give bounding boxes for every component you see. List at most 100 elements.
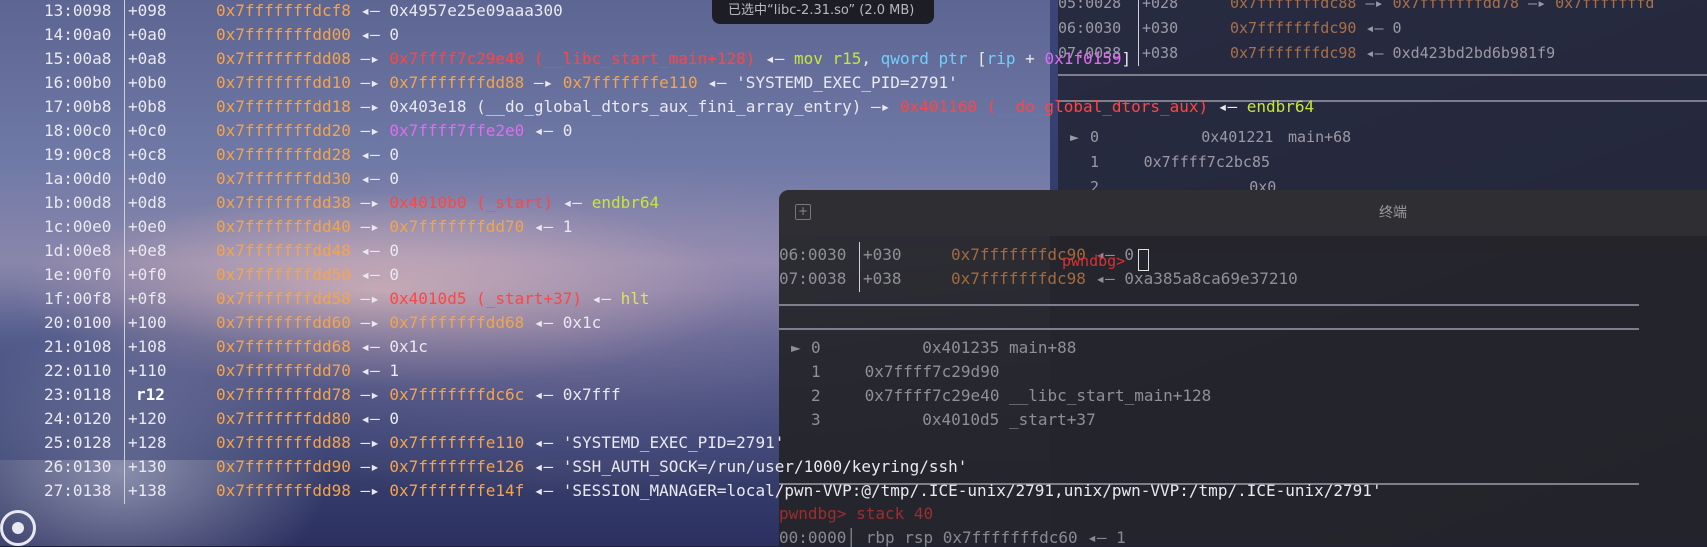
value-segment: ◂— [553, 193, 592, 212]
value-segment: ◂— 'SYSTEMD_EXEC_PID=2791' [697, 73, 958, 92]
stack-value: 0x7fffffffdd58 —▸ 0x4010d5 (_start+37) ◂… [216, 286, 649, 312]
stack-index: 22:0110 [44, 361, 112, 380]
value-segment: —▸ [350, 49, 390, 68]
value-segment: ◂— 0x7fff [524, 385, 621, 404]
value-segment: [ [967, 49, 987, 68]
stack-index: 23:0118 [44, 385, 112, 404]
value-segment: —▸ [1356, 0, 1393, 12]
value-segment: 0x7fffffffdd88 [389, 73, 525, 92]
frame-symbol: __libc_start_main+128 [1009, 386, 1212, 405]
stack-offset: +0d8 [128, 193, 167, 212]
value-segment: ◂— [1208, 97, 1247, 116]
stack-separator [124, 142, 125, 168]
frame-marker: ► [791, 338, 801, 357]
value-segment: 0x4010d5 (_start+37) [389, 289, 583, 308]
stack-separator [1138, 40, 1139, 66]
stack-value: 0x7fffffffdd60 —▸ 0x7fffffffdd68 ◂— 0x1c [216, 310, 601, 336]
value-segment: —▸ [350, 217, 390, 236]
value-segment: ◂— 0 [350, 265, 400, 284]
terminal-title: 终端 [1379, 205, 1407, 221]
stack-separator [859, 266, 860, 292]
stack-offset: +0b0 [128, 73, 167, 92]
frame-index: 0 [811, 338, 821, 357]
value-segment: 0x7fffffffdd88 [216, 433, 351, 452]
stack-separator [124, 94, 125, 120]
value-segment: 0x7fffffffdc98 [951, 269, 1086, 288]
stack-offset: +100 [128, 313, 167, 332]
value-segment: 0x7ffff7ffe2e0 [389, 121, 525, 140]
value-segment: 0x7fffffffdd70 [216, 361, 351, 380]
stack-index: 13:0098 [44, 1, 112, 20]
terminal-cursor[interactable] [1138, 249, 1149, 271]
stack-value: 0x7fffffffdd88 —▸ 0x7fffffffe110 ◂— 'SYS… [216, 430, 784, 456]
terminal-command-ghost: pwndbg> stack 40 [779, 504, 934, 523]
new-tab-icon[interactable]: + [795, 204, 811, 220]
value-segment: 0x7fffffffdd98 [216, 481, 351, 500]
stack-offset: +0c8 [128, 145, 167, 164]
stack-index: 06:0030 [779, 245, 847, 264]
stack-separator [124, 262, 125, 288]
stack-value: 0x7fffffffdd68 ◂— 0x1c [216, 334, 428, 360]
value-segment: ◂— 0 [350, 25, 400, 44]
terminal-divider-1 [779, 304, 1639, 306]
stack-offset: +028 [1142, 0, 1179, 12]
stack-offset: +030 [863, 245, 902, 264]
stack-offset: +030 [1142, 19, 1179, 37]
value-segment: ◂— 'SYSTEMD_EXEC_PID=2791' [524, 433, 785, 452]
terminal-titlebar[interactable]: + 终端 [779, 190, 1707, 236]
value-segment: 0x7fffffffe110 [389, 433, 525, 452]
stack-separator [124, 358, 125, 384]
stack-value: 0x7fffffffdd00 ◂— 0 [216, 22, 399, 48]
value-segment: qword ptr [880, 49, 968, 68]
value-segment: 0x7fffffffdd78 [216, 385, 351, 404]
launcher-logo-icon[interactable] [0, 510, 36, 546]
value-segment: 0x401160 (__do_global_dtors_aux) [899, 97, 1209, 116]
stack-offset: r12 [136, 385, 165, 404]
stack-index: 18:00c0 [44, 121, 112, 140]
value-segment: 0x7fffffffdd78 [1392, 0, 1519, 12]
stack-separator [124, 334, 125, 360]
value-segment: endbr64 [591, 193, 660, 212]
stack-separator [124, 238, 125, 264]
value-segment: —▸ [350, 73, 390, 92]
stack-value: 0x7fffffffdd28 ◂— 0 [216, 142, 399, 168]
stack-offset: +0a0 [128, 25, 167, 44]
value-segment: 0x7fffffffdc6c [389, 385, 525, 404]
value-segment: 0x7fffffffdd08 [216, 49, 351, 68]
stack-offset: +120 [128, 409, 167, 428]
stack-offset: +0e0 [128, 217, 167, 236]
stack-value: 0x7fffffffdd18 —▸ 0x403e18 (__do_global_… [216, 94, 1314, 120]
value-segment: ◂— 0xa385a8ca69e37210 [1085, 269, 1298, 288]
value-segment: 0x7fffffffdc98 [1230, 44, 1357, 62]
value-segment: 0x7fffffffdd30 [216, 169, 351, 188]
stack-value: 0x7fffffffdd48 ◂— 0 [216, 238, 399, 264]
value-segment: —▸ [350, 385, 390, 404]
stack-value: 0x7fffffffdd40 —▸ 0x7fffffffdd70 ◂— 1 [216, 214, 572, 240]
value-segment: —▸ [350, 313, 390, 332]
stack-index: 1c:00e0 [44, 217, 112, 236]
stack-offset: +0b8 [128, 97, 167, 116]
stack-separator [124, 310, 125, 336]
selection-notice: 已选中“libc-2.31.so” (2.0 MB) [712, 0, 934, 24]
stack-separator [859, 242, 860, 268]
frame-symbol: main+88 [1009, 338, 1077, 357]
value-segment: —▸ [1519, 0, 1556, 12]
value-segment: 0x7fffffffdc90 [1230, 19, 1357, 37]
frame-index: 1 [811, 362, 821, 381]
stack-separator [124, 118, 125, 144]
stack-index: 15:00a8 [44, 49, 112, 68]
value-segment: ◂— 0x4957e25e09aaa300 [350, 1, 563, 20]
stack-offset: +0e8 [128, 241, 167, 260]
frame-marker: ► [1070, 128, 1080, 146]
frame-index: 2 [811, 386, 821, 405]
stack-value: 0x7fffffffdd38 —▸ 0x4010b0 (_start) ◂— e… [216, 190, 659, 216]
stack-value: 0x7fffffffdd20 —▸ 0x7ffff7ffe2e0 ◂— 0 [216, 118, 572, 144]
value-segment: rip [986, 49, 1016, 68]
stack-index: 1b:00d8 [44, 193, 112, 212]
stack-separator [124, 166, 125, 192]
stack-separator [124, 478, 125, 504]
value-segment: 0x7fffffffdd38 [216, 193, 351, 212]
terminal-divider-2 [779, 328, 1639, 330]
stack-index: 07:0038 [779, 269, 847, 288]
terminal-ghost-line: 00:0000│ rbp rsp 0x7fffffffdc60 ◂— 1 [779, 528, 1126, 547]
